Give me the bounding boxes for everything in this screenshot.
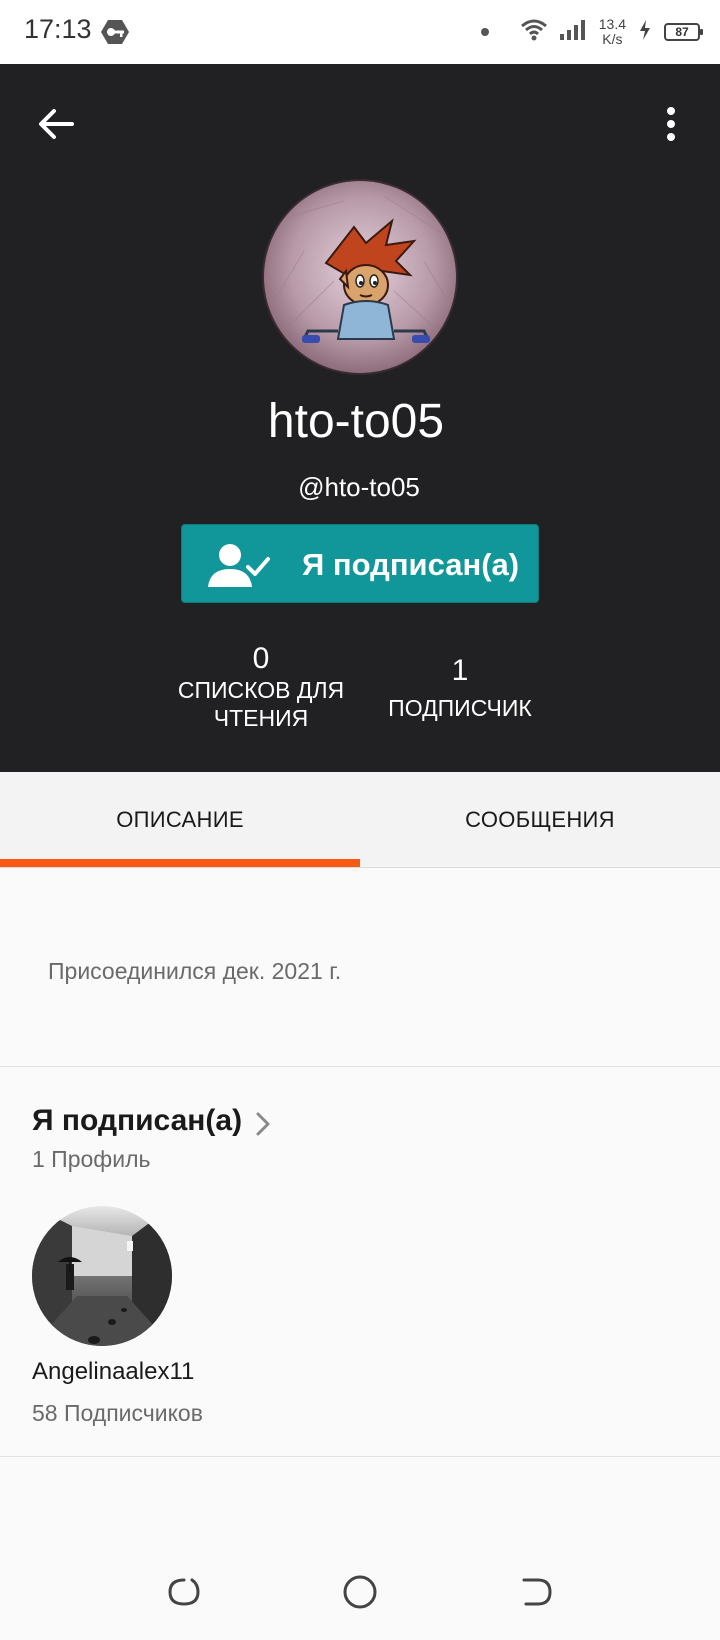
followers-count: 1	[451, 654, 469, 687]
chevron-right-icon[interactable]	[254, 1110, 272, 1138]
notification-dot-icon	[480, 28, 489, 36]
battery-icon: 87	[664, 23, 703, 41]
recent-apps-icon	[168, 1578, 200, 1606]
user-check-icon	[208, 541, 272, 589]
following-toggle-button[interactable]: Я подписан(а)	[181, 524, 539, 603]
reading-lists-label-line2: ЧТЕНИЯ	[213, 705, 309, 731]
display-name: hto-to05	[267, 395, 445, 448]
divider	[0, 1066, 720, 1067]
recent-apps-button[interactable]	[164, 1572, 204, 1612]
back-nav-icon	[522, 1578, 552, 1606]
tab-messages[interactable]: СООБЩЕНИЯ	[360, 772, 720, 868]
divider	[0, 1456, 720, 1457]
reading-lists-count: 0	[252, 642, 270, 675]
followers-stat[interactable]: 1 ПОДПИСЧИК	[380, 654, 540, 722]
network-speed: 13.4 K/s	[599, 17, 626, 47]
followers-label: ПОДПИСЧИК	[388, 695, 532, 721]
reading-lists-stat[interactable]: 0 СПИСКОВ ДЛЯ ЧТЕНИЯ	[168, 642, 354, 732]
following-toggle-label: Я подписан(а)	[302, 547, 520, 582]
reading-lists-label-line1: СПИСКОВ ДЛЯ	[177, 677, 345, 703]
profile-avatar[interactable]	[262, 179, 458, 375]
username: @hto-to05	[298, 472, 420, 502]
back-button[interactable]	[32, 100, 80, 148]
followed-profile-followers: 58 Подписчиков	[32, 1400, 203, 1426]
street-photo-avatar-image	[32, 1206, 172, 1346]
following-section-title[interactable]: Я подписан(а)	[32, 1104, 242, 1138]
network-speed-unit: K/s	[602, 31, 623, 47]
followed-profile-avatar[interactable]	[32, 1206, 172, 1346]
profile-header: hto-to05 @hto-to05 Я подписан(а) 0 СПИСК…	[0, 64, 720, 772]
charging-icon	[638, 19, 652, 46]
network-speed-value: 13.4	[598, 16, 626, 32]
signal-icon	[559, 19, 587, 46]
more-options-button[interactable]	[656, 100, 686, 148]
system-nav-bar	[0, 1560, 720, 1640]
active-tab-indicator	[0, 859, 360, 867]
profile-tabs: ОПИСАНИЕ СООБЩЕНИЯ	[0, 772, 720, 868]
status-time: 17:13	[24, 14, 92, 44]
status-bar: 17:13 13.4 K/s 87	[0, 0, 720, 64]
home-button[interactable]	[340, 1572, 380, 1612]
tab-about[interactable]: ОПИСАНИЕ	[0, 772, 360, 868]
wifi-icon	[520, 19, 547, 46]
following-count: 1 Профиль	[32, 1146, 151, 1172]
more-vertical-icon	[667, 107, 675, 141]
followed-profile-name[interactable]: Angelinaalex11	[32, 1358, 194, 1386]
joined-date: Присоединился дек. 2021 г.	[48, 958, 342, 984]
back-nav-button[interactable]	[516, 1572, 556, 1612]
status-icons: 13.4 K/s 87	[480, 14, 703, 50]
arrow-left-icon	[39, 109, 74, 139]
home-circle-icon	[343, 1575, 377, 1609]
key-icon	[100, 18, 130, 46]
cartoon-avatar-image	[264, 181, 456, 373]
